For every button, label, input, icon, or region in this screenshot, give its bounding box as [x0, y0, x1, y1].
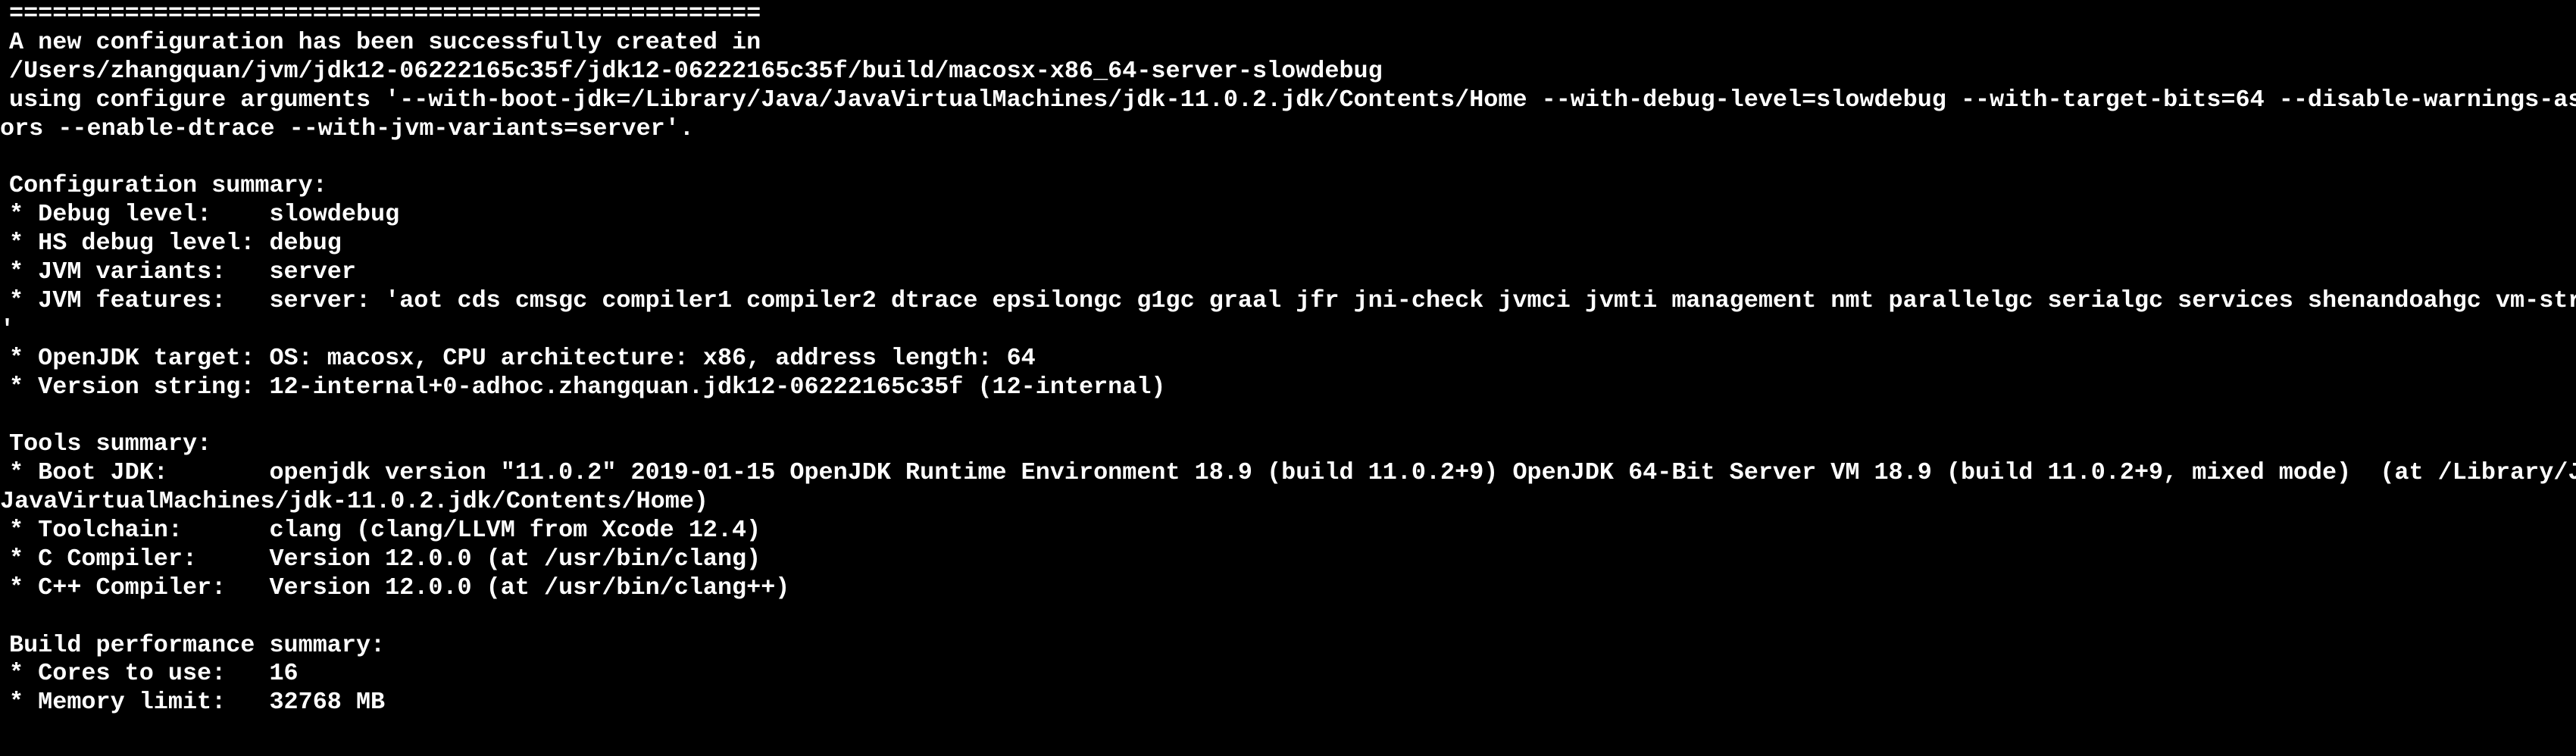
memory-limit: * Memory limit: 32768 MB: [9, 689, 386, 717]
tools-summary-heading: Tools summary:: [9, 430, 212, 458]
openjdk-target: * OpenJDK target: OS: macosx, CPU archit…: [9, 344, 1036, 372]
terminal-output[interactable]: ========================================…: [0, 0, 2576, 756]
cpp-compiler: * C++ Compiler: Version 12.0.0 (at /usr/…: [9, 573, 790, 601]
jvm-features-continued: ': [0, 315, 15, 343]
configure-arguments-continued: ors --enable-dtrace --with-jvm-variants=…: [0, 114, 694, 142]
toolchain: * Toolchain: clang (clang/LLVM from Xcod…: [9, 517, 761, 545]
jvm-variants: * JVM variants: server: [9, 258, 356, 286]
configure-arguments: using configure arguments '--with-boot-j…: [9, 86, 2576, 114]
debug-level: * Debug level: slowdebug: [9, 201, 400, 229]
jvm-features: * JVM features: server: 'aot cds cmsgc c…: [9, 286, 2576, 314]
build-performance-summary-heading: Build performance summary:: [9, 631, 386, 659]
separator-line: ========================================…: [9, 0, 761, 27]
c-compiler: * C Compiler: Version 12.0.0 (at /usr/bi…: [9, 545, 761, 573]
configuration-summary-heading: Configuration summary:: [9, 172, 327, 200]
version-string: * Version string: 12-internal+0-adhoc.zh…: [9, 373, 1166, 401]
boot-jdk-continued: JavaVirtualMachines/jdk-11.0.2.jdk/Conte…: [0, 488, 708, 516]
cores-to-use: * Cores to use: 16: [9, 660, 299, 688]
hs-debug-level: * HS debug level: debug: [9, 230, 342, 258]
boot-jdk: * Boot JDK: openjdk version "11.0.2" 201…: [9, 459, 2576, 487]
build-path: /Users/zhangquan/jvm/jdk12-06222165c35f/…: [9, 57, 1383, 85]
config-created-message: A new configuration has been successfull…: [9, 28, 761, 56]
